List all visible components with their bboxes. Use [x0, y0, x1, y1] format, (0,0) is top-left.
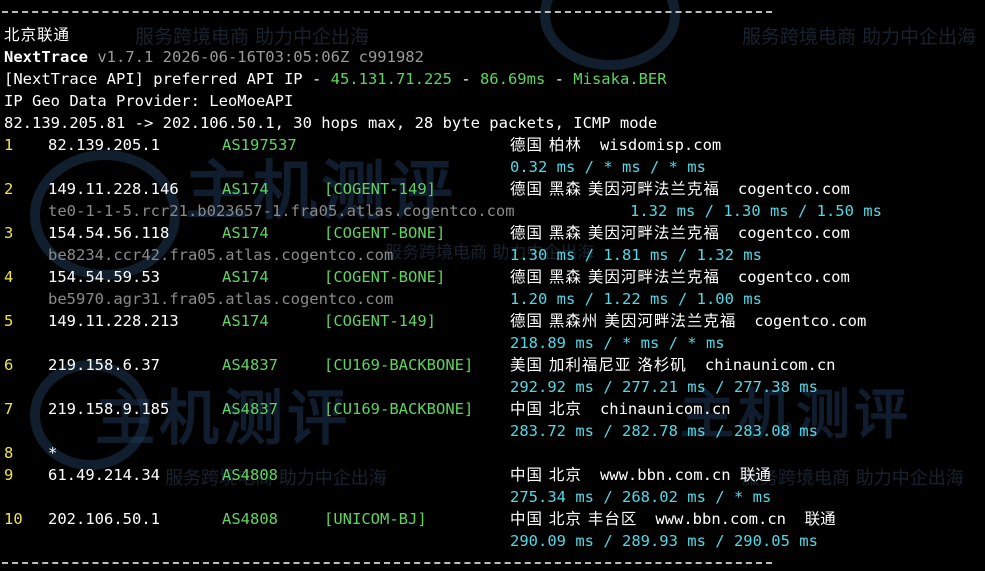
hop-ip: *	[48, 444, 58, 462]
hop-number: 1	[4, 136, 14, 154]
hop-geo: 美国 加利福尼亚 洛杉矶	[510, 356, 687, 374]
hop-domain: cogentco.com	[737, 224, 850, 242]
hop-tag: [COGENT-149]	[324, 180, 436, 198]
hop-asn: AS174	[222, 268, 269, 286]
hop-domain: www.bbn.com.cn 联通	[599, 466, 771, 484]
hop-rdns: be8234.ccr42.fra05.atlas.cogentco.com	[48, 246, 394, 264]
hop-geo: 德国 黑森 美因河畔法兰克福	[510, 268, 720, 286]
hop-rdns: te0-1-1-5.rcr21.b023657-1.fra05.atlas.co…	[48, 202, 515, 220]
hop-ip: 202.106.50.1	[48, 510, 160, 528]
hop-number: 8	[4, 444, 14, 462]
hop-asn: AS4837	[222, 356, 278, 374]
hop-ip: 154.54.59.53	[48, 268, 160, 286]
api-ip: 45.131.71.225	[330, 70, 452, 88]
watermark-slogan: 服务跨境电商 助力中企出海	[742, 468, 964, 489]
hop-number: 6	[4, 356, 14, 374]
hop-asn: AS4837	[222, 400, 278, 418]
hop-tag: [CU169-BACKBONE]	[324, 400, 474, 418]
hop-tag: [CU169-BACKBONE]	[324, 356, 474, 374]
api-sep: -	[451, 70, 480, 88]
hop-times: 275.34 ms / 268.02 ms / * ms	[510, 488, 772, 506]
hop-number: 10	[4, 510, 23, 528]
hop-geo: 德国 黑森州 美因河畔法兰克福	[510, 312, 737, 330]
hop-number: 4	[4, 268, 14, 286]
hop-tag: [UNICOM-BJ]	[324, 510, 427, 528]
hop-geo: 德国 柏林	[510, 136, 582, 154]
api-prefix: [NextTrace API] preferred API IP -	[4, 70, 331, 88]
api-sep: -	[545, 70, 574, 88]
hop-ip: 154.54.56.118	[48, 224, 170, 242]
hop-times: 1.20 ms / 1.22 ms / 1.00 ms	[510, 290, 762, 308]
program-line: NextTrace v1.7.1 2026-06-16T03:05:06Z c9…	[4, 46, 424, 68]
hop-times: 1.30 ms / 1.81 ms / 1.32 ms	[510, 246, 762, 264]
hop-times: 283.72 ms / 282.78 ms / 283.08 ms	[510, 422, 818, 440]
hop-number: 7	[4, 400, 14, 418]
hop-asn: AS174	[222, 180, 269, 198]
watermark-slogan: 服务跨境电商 助力中企出海	[742, 26, 977, 48]
hop-number: 9	[4, 466, 14, 484]
hop-ip: 149.11.228.146	[48, 180, 179, 198]
terminal-window: 主机测评 主机测评 主机测评 服务跨境电商 助力中企出海 服务跨境电商 助力中企…	[0, 0, 985, 571]
hop-geo: 中国 北京 丰台区	[510, 510, 638, 528]
hop-domain: chinaunicom.cn	[704, 356, 836, 374]
program-name: NextTrace	[4, 48, 88, 66]
hop-number: 5	[4, 312, 14, 330]
hop-asn: AS4808	[222, 466, 278, 484]
hop-times: 218.89 ms / * ms / * ms	[510, 334, 725, 352]
hop-ip: 219.158.6.37	[48, 356, 160, 374]
hop-geo: 德国 黑森 美因河畔法兰克福	[510, 224, 720, 242]
hop-domain: cogentco.com	[754, 312, 867, 330]
hop-asn: AS4808	[222, 510, 278, 528]
program-info: v1.7.1 2026-06-16T03:05:06Z c991982	[88, 48, 424, 66]
hop-times: 290.09 ms / 289.93 ms / 290.05 ms	[510, 532, 818, 550]
hop-domain: chinaunicom.cn	[599, 400, 731, 418]
hop-ip: 61.49.214.34	[48, 466, 160, 484]
isp-title: 北京联通	[4, 26, 71, 44]
hop-asn: AS174	[222, 312, 269, 330]
hop-times: 0.32 ms / * ms / * ms	[510, 158, 706, 176]
hop-number: 2	[4, 180, 14, 198]
hop-times: 1.32 ms / 1.30 ms / 1.50 ms	[630, 202, 882, 220]
hop-times: 292.92 ms / 277.21 ms / 277.38 ms	[510, 378, 818, 396]
hop-ip: 82.139.205.1	[48, 136, 160, 154]
hop-number: 3	[4, 224, 14, 242]
hop-asn: AS174	[222, 224, 269, 242]
hop-ip: 149.11.228.213	[48, 312, 179, 330]
hop-geo: 德国 黑森 美因河畔法兰克福	[510, 180, 720, 198]
hop-tag: [COGENT-BONE]	[324, 224, 446, 242]
api-line: [NextTrace API] preferred API IP - 45.13…	[4, 68, 667, 90]
hop-domain: wisdomisp.com	[599, 136, 722, 154]
watermark-slogan: 服务跨境电商 助力中企出海	[135, 26, 370, 48]
hop-asn: AS197537	[222, 136, 297, 154]
hop-domain: cogentco.com	[737, 268, 850, 286]
hop-domain: cogentco.com	[737, 180, 850, 198]
hop-tag: [COGENT-149]	[324, 312, 436, 330]
trace-summary: 82.139.205.81 -> 202.106.50.1, 30 hops m…	[4, 114, 658, 132]
separator-bottom	[2, 562, 772, 564]
api-node: Misaka.BER	[573, 70, 667, 88]
geo-provider: IP Geo Data Provider: LeoMoeAPI	[4, 92, 294, 110]
hop-geo: 中国 北京	[510, 400, 582, 418]
hop-geo: 中国 北京	[510, 466, 582, 484]
separator-top	[2, 11, 772, 13]
hop-rdns: be5970.agr31.fra05.atlas.cogentco.com	[48, 290, 394, 308]
hop-ip: 219.158.9.185	[48, 400, 170, 418]
hop-tag: [COGENT-BONE]	[324, 268, 446, 286]
api-latency: 86.69ms	[479, 70, 546, 88]
hop-domain: www.bbn.com.cn 联通	[655, 510, 836, 528]
